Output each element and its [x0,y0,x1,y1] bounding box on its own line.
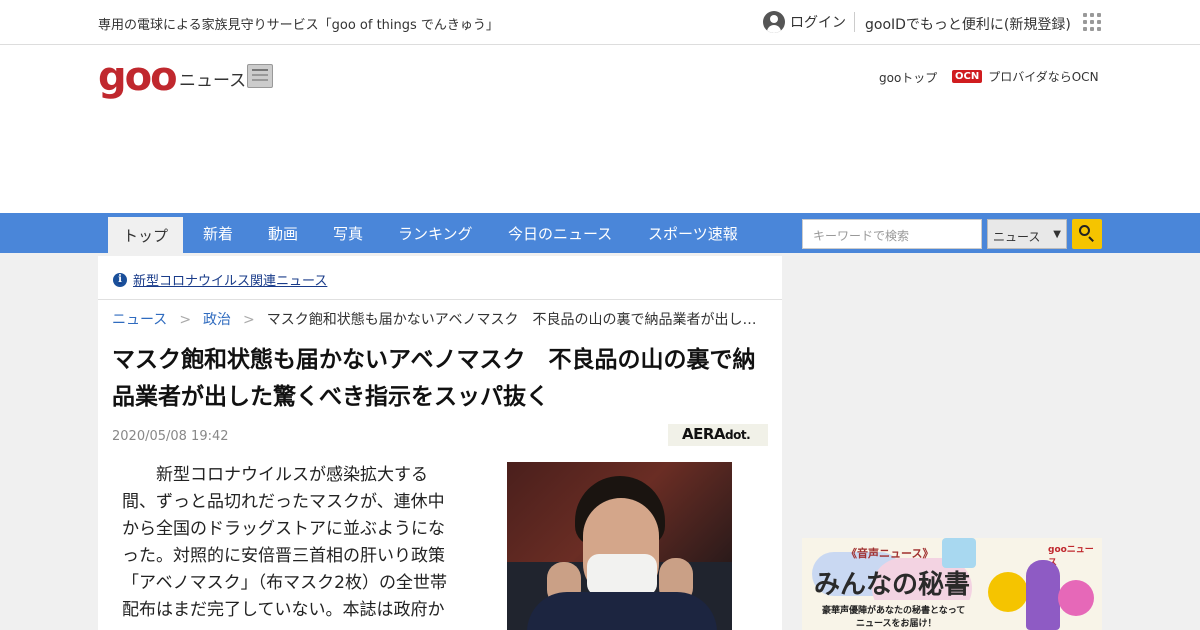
tab-photo[interactable]: 写真 [333,223,363,244]
article-date: 2020/05/08 19:42 [112,429,229,444]
notice-label: 新型コロナウイルス関連ニュース [133,274,328,289]
dropdown-arrow-icon: ▼ [1053,229,1061,240]
user-icon [763,11,785,33]
breadcrumb-current: マスク飽和状態も届かないアベノマスク 不良品の山の裏で納品業者が出し… [266,312,757,328]
breadcrumb-politics[interactable]: 政治 [203,312,231,328]
newspaper-icon [247,64,273,88]
breadcrumb-news[interactable]: ニュース [112,312,167,328]
promo-link[interactable]: 専用の電球による家族見守りサービス「goo of things でんきゅう」 [98,14,499,33]
breadcrumb-separator: > [179,312,192,328]
tab-ranking[interactable]: ランキング [398,223,473,244]
login-label: ログイン [790,15,846,31]
source-suffix: dot. [725,428,751,442]
goo-logo[interactable]: goo [98,57,178,97]
search-scope-value: ニュース [993,230,1041,244]
top-bar: 専用の電球による家族見守りサービス「goo of things でんきゅう」 ロ… [0,0,1200,45]
divider [98,299,782,300]
article-panel: i 新型コロナウイルス関連ニュース ニュース > 政治 > マスク飽和状態も届かないアベ… [98,256,782,630]
character-illustration [1058,580,1094,616]
apps-grid-icon[interactable] [1083,13,1101,31]
article-photo[interactable] [507,462,732,630]
tab-new[interactable]: 新着 [203,223,233,244]
character-illustration [988,572,1028,612]
tab-video[interactable]: 動画 [268,223,298,244]
info-icon: i [113,272,127,287]
ad-line-1: 豪華声優陣があなたの秘書となって [822,606,966,616]
section-title[interactable]: ニュース [179,66,246,91]
ad-tag: 《音声ニュース》 [846,547,934,560]
ad-headline: みんなの秘書 [814,570,971,600]
login-link[interactable]: ログイン [763,11,846,33]
aera-dot-logo[interactable]: AERAdot. [668,424,768,446]
search-scope-select[interactable]: ニュース ▼ [987,219,1067,249]
ocn-label: プロバイダならOCN [988,70,1099,84]
divider [854,12,855,32]
article-title: マスク飽和状態も届かないアベノマスク 不良品の山の裏で納品業者が出した驚くべき指… [112,347,756,410]
ad-banner[interactable]: 《音声ニュース》 みんなの秘書 豪華声優陣があなたの秘書となって ニュースをお届… [802,538,1102,630]
ocn-logo-icon: OCN [952,70,983,83]
signup-link[interactable]: gooIDでもっと便利に(新規登録) [865,14,1071,34]
character-illustration [1026,560,1060,630]
breadcrumb-separator: > [243,312,255,328]
breadcrumb: ニュース > 政治 > マスク飽和状態も届かないアベノマスク 不良品の山の裏で納品業者が… [112,309,772,329]
tab-sports[interactable]: スポーツ速報 [648,223,738,244]
covid-notice-link[interactable]: i 新型コロナウイルス関連ニュース [113,270,327,289]
search-input[interactable]: キーワードで検索 [802,219,982,249]
ad-line-2: ニュースをお届け！ [856,619,937,629]
goo-top-link[interactable]: gooトップ [879,69,937,86]
source-name: AERA [682,425,726,443]
site-header: goo ニュース gooトップ OCN プロバイダならOCN [0,45,1200,213]
search-button[interactable] [1072,219,1102,249]
ocn-link[interactable]: OCN プロバイダならOCN [952,68,1099,85]
tab-top[interactable]: トップ [108,217,184,253]
tab-today[interactable]: 今日のニュース [508,223,612,244]
article-body: 新型コロナウイルスが感染拡大する間、ずっと品切れだったマスクが、連休中から全国の… [122,465,447,620]
ad-brand: gooニュース [1048,545,1094,568]
